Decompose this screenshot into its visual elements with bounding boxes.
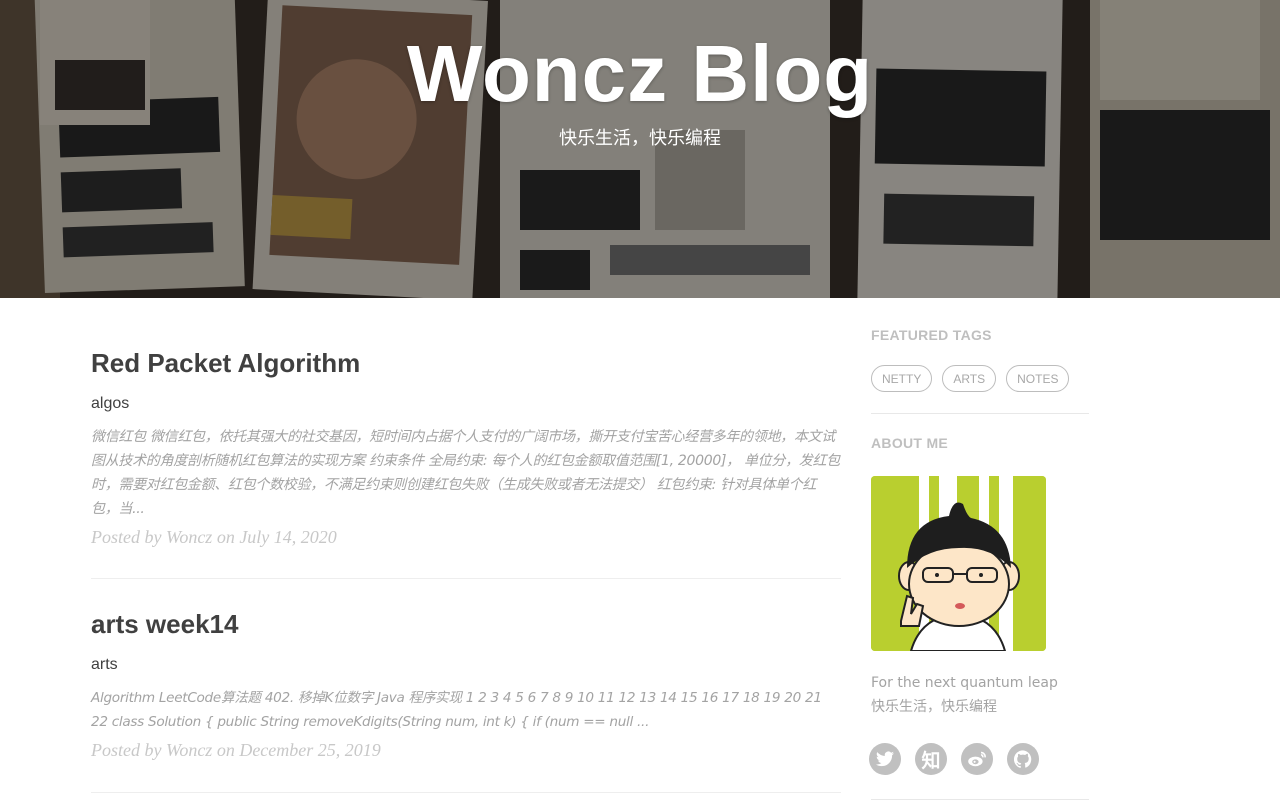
- post-subtitle[interactable]: algos: [91, 395, 841, 413]
- site-subtitle: 快乐生活，快乐编程: [559, 128, 721, 149]
- tag-arts[interactable]: ARTS: [942, 365, 997, 392]
- sidebar: FEATURED TAGS NETTY ARTS NOTES ABOUT ME: [869, 298, 1089, 800]
- post-preview[interactable]: arts week14 arts Algorithm LeetCode算法题 4…: [91, 579, 841, 793]
- post-subtitle[interactable]: arts: [91, 656, 841, 674]
- post-title-link[interactable]: arts week14: [91, 609, 841, 640]
- post-list: Red Packet Algorithm algos 微信红包 微信红包，依托其…: [91, 298, 841, 793]
- about-me-description: For the next quantum leap: [871, 675, 1058, 691]
- github-icon[interactable]: [1007, 743, 1039, 775]
- about-me-motto: 快乐生活，快乐编程: [871, 699, 997, 715]
- tag-notes[interactable]: NOTES: [1006, 365, 1070, 392]
- tag-cloud: NETTY ARTS NOTES: [871, 365, 1089, 392]
- site-title[interactable]: Woncz Blog: [0, 28, 1280, 120]
- featured-tags-heading: FEATURED TAGS: [871, 327, 992, 343]
- tag-netty[interactable]: NETTY: [871, 365, 933, 392]
- zhihu-icon[interactable]: 知: [915, 743, 947, 775]
- post-excerpt[interactable]: 微信红包 微信红包，依托其强大的社交基因，短时间内占据个人支付的广阔市场，撕开支…: [91, 425, 841, 521]
- post-excerpt[interactable]: Algorithm LeetCode算法题 402. 移掉K位数字 Java 程…: [91, 686, 841, 734]
- sidebar-divider: [871, 799, 1089, 800]
- post-meta: Posted by Woncz on July 14, 2020: [91, 527, 337, 547]
- intro-header: Woncz Blog 快乐生活，快乐编程: [0, 0, 1280, 298]
- about-me-heading: ABOUT ME: [871, 435, 949, 451]
- weibo-icon[interactable]: [961, 743, 993, 775]
- twitter-icon[interactable]: [869, 743, 901, 775]
- social-links: 知: [869, 743, 1089, 775]
- about-me-section: ABOUT ME For the next quantum leap 快乐生活，…: [869, 414, 1089, 800]
- post-meta: Posted by Woncz on December 25, 2019: [91, 740, 381, 760]
- post-preview[interactable]: Red Packet Algorithm algos 微信红包 微信红包，依托其…: [91, 298, 841, 579]
- avatar: [871, 476, 1046, 651]
- post-title-link[interactable]: Red Packet Algorithm: [91, 348, 841, 379]
- featured-tags-section: FEATURED TAGS NETTY ARTS NOTES: [871, 298, 1089, 392]
